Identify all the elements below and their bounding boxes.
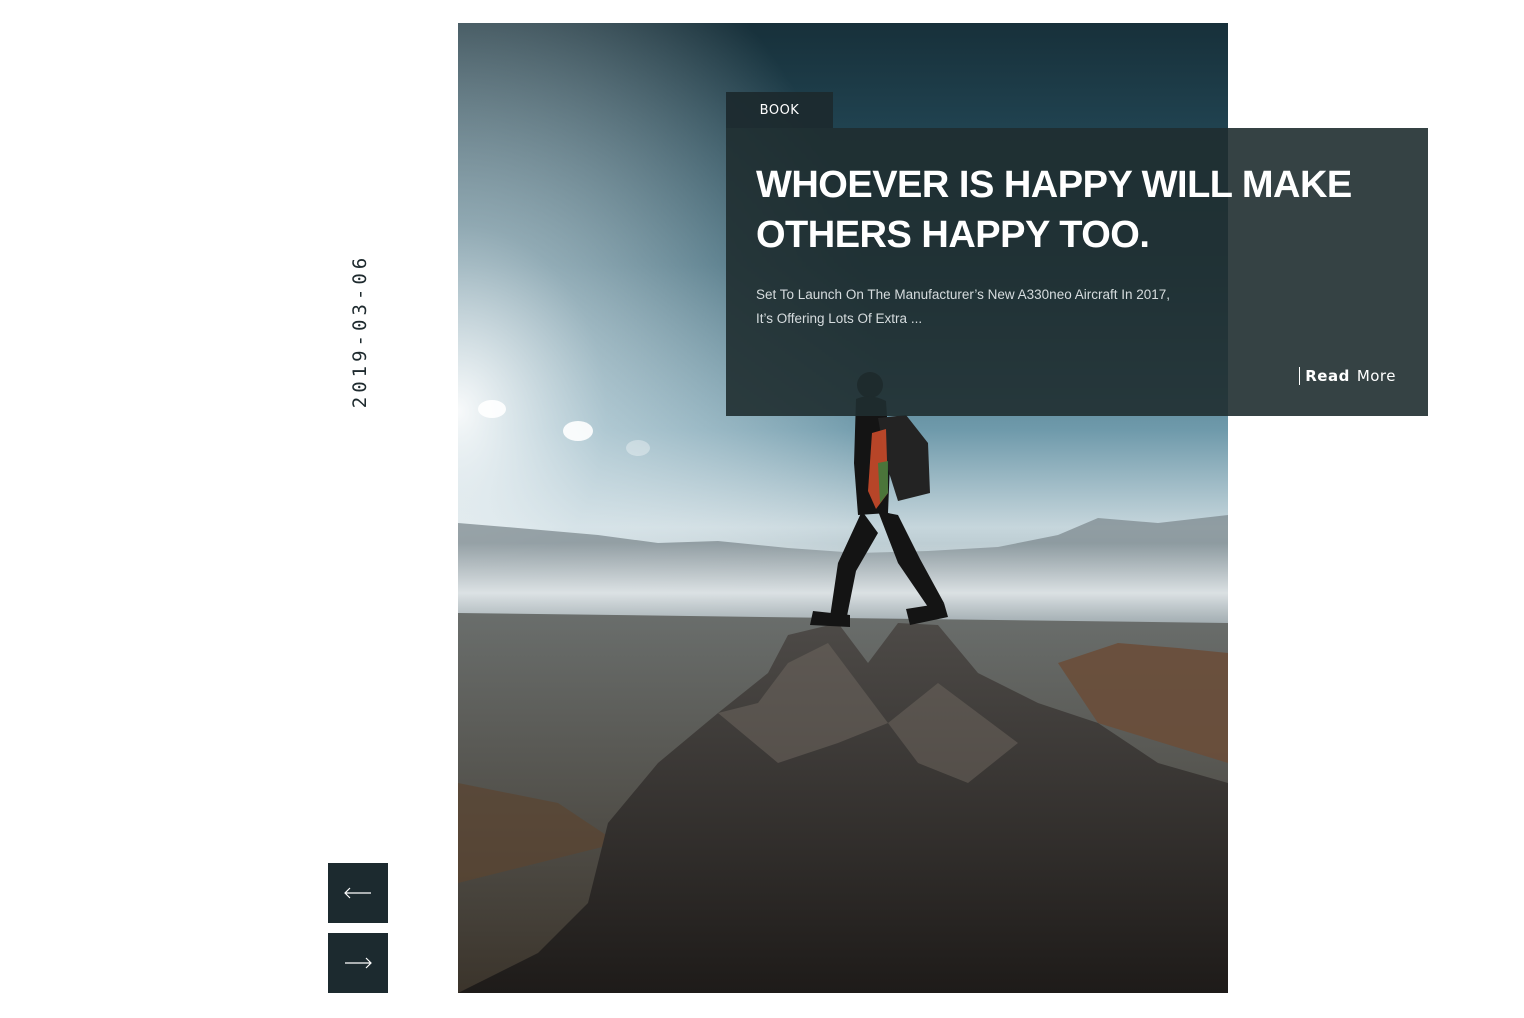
arrow-left-icon — [344, 887, 371, 899]
prev-slide-button[interactable] — [328, 863, 388, 923]
read-more-divider — [1299, 367, 1301, 385]
read-more-link[interactable]: Read More — [1299, 367, 1396, 385]
post-date: 2019-03-06 — [345, 245, 375, 417]
post-title[interactable]: WHOEVER IS HAPPY WILL MAKE OTHERS HAPPY … — [756, 160, 1396, 260]
arrow-right-icon — [345, 957, 372, 969]
post-card: WHOEVER IS HAPPY WILL MAKE OTHERS HAPPY … — [726, 128, 1428, 416]
category-tag[interactable]: BOOK — [726, 92, 833, 128]
read-more-bold: Read — [1305, 367, 1350, 385]
post-date-text: 2019-03-06 — [349, 253, 371, 409]
post-excerpt: Set To Launch On The Manufacturer’s New … — [756, 287, 1171, 326]
read-more-rest: More — [1356, 367, 1396, 385]
next-slide-button[interactable] — [328, 933, 388, 993]
